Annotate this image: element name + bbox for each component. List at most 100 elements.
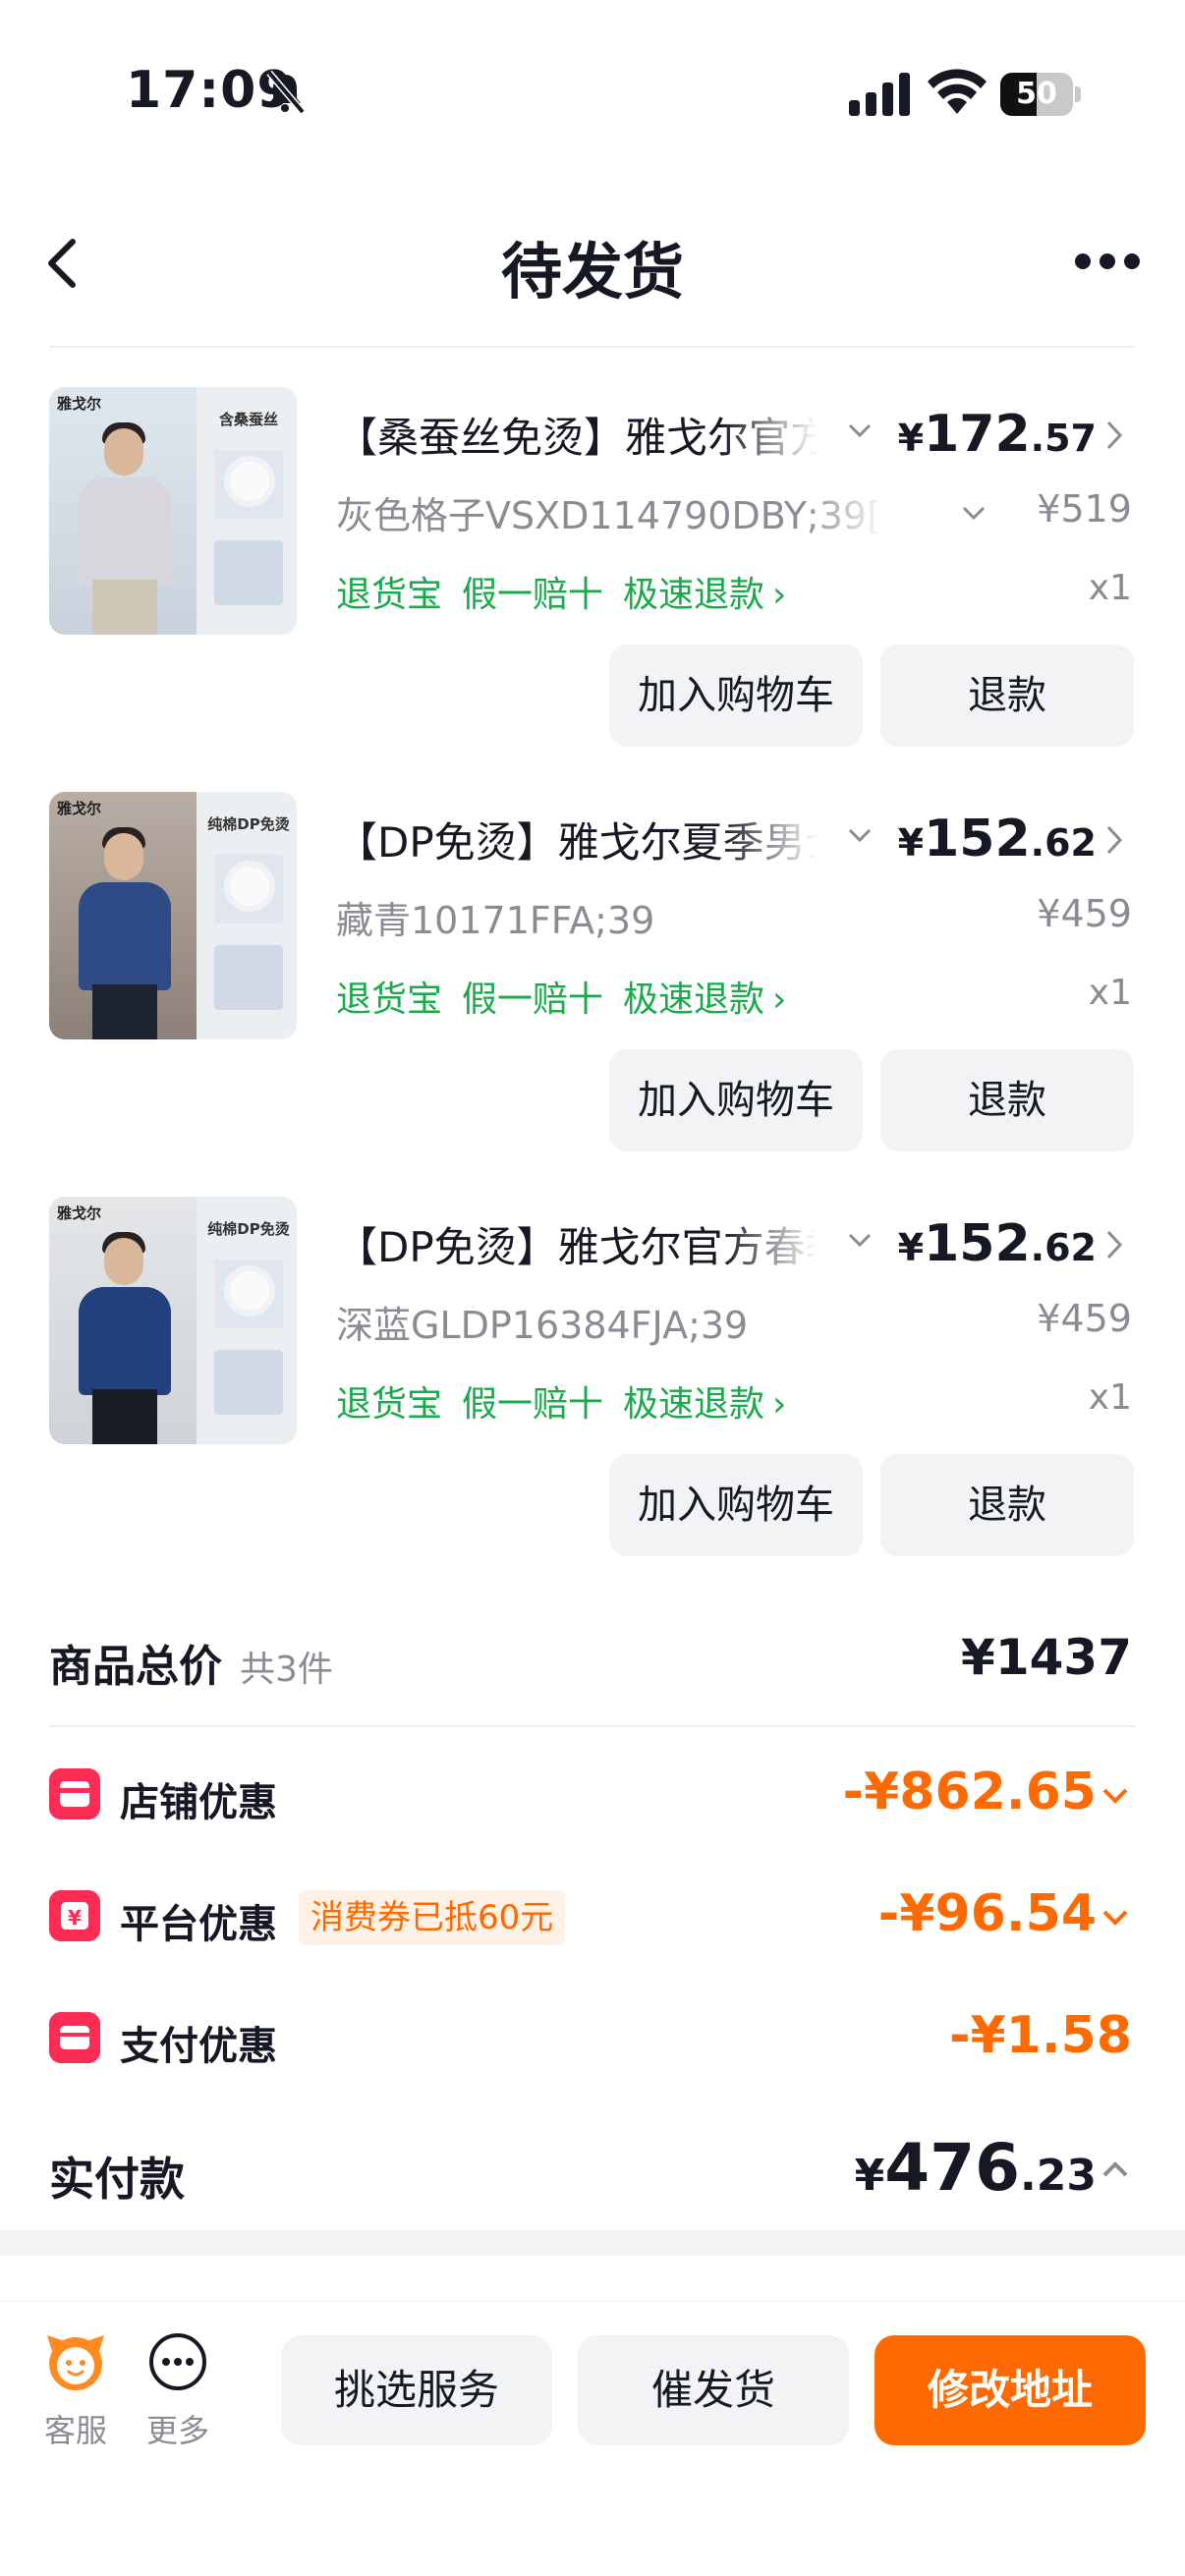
customer-service-button[interactable]: 客服 [31,2329,120,2451]
navigation-bar: 待发货 [0,196,1185,344]
more-options-icon[interactable] [1073,252,1142,271]
more-button[interactable]: 更多 [134,2329,222,2451]
badge-return-insurance: 退货宝 [336,575,443,615]
chevron-down-icon[interactable] [1100,1908,1130,1928]
payment-card-icon [49,2012,100,2063]
badge-authentic: 假一赔十 [462,1384,604,1425]
thumbnail-brand: 雅戈尔 [57,800,102,817]
wifi-icon [928,69,987,114]
quantity: x1 [1088,973,1132,1013]
chevron-down-icon[interactable] [959,503,988,523]
original-price: ¥459 [1037,892,1132,935]
platform-coupon-icon: ¥ [49,1890,100,1941]
badge-fast-refund: 极速退款 [623,575,765,615]
thumbnail-brand: 雅戈尔 [57,1204,102,1222]
product-title[interactable]: 【DP免烫】雅戈尔夏季男士短袖衬衫 [336,810,818,869]
chevron-down-icon[interactable] [845,1230,875,1250]
badge-return-insurance: 退货宝 [336,1384,443,1425]
add-to-cart-button[interactable]: 加入购物车 [609,1454,863,1556]
actual-payment-row[interactable]: 实付款 ¥476.23 [0,2130,1185,2218]
chevron-down-icon[interactable] [845,825,875,845]
product-thumbnail[interactable]: 雅戈尔 含桑蚕丝 [49,387,297,635]
urge-shipping-button[interactable]: 催发货 [578,2335,849,2445]
page-title: 待发货 [500,236,684,308]
product-thumbnail[interactable]: 雅戈尔 纯棉DP免烫 [49,792,297,1039]
order-item[interactable]: 雅戈尔 纯棉DP免烫 【DP免烫】雅戈尔官方春季男士长袖衬衫 ¥152.62 深… [0,1197,1185,1601]
store-icon [49,1768,100,1820]
service-badges[interactable]: 退货宝 假一赔十 极速退款 › [336,566,806,617]
more-dots-icon [149,2333,206,2390]
summary-divider [49,1725,1136,1727]
chevron-right-icon[interactable] [1104,1228,1124,1261]
header-divider [49,346,1136,348]
more-label: 更多 [145,2412,209,2449]
quantity: x1 [1088,1377,1132,1418]
section-separator [0,2230,1185,2256]
coupon-applied-tag: 消费券已抵60元 [299,1890,566,1945]
refund-button[interactable]: 退款 [880,1049,1134,1151]
original-price: ¥459 [1037,1297,1132,1340]
order-item[interactable]: 雅戈尔 纯棉DP免烫 【DP免烫】雅戈尔夏季男士短袖衬衫 ¥152.62 藏青1… [0,792,1185,1197]
add-to-cart-button[interactable]: 加入购物车 [609,644,863,747]
product-variant[interactable]: 深蓝GLDP16384FJA;39 [336,1295,886,1349]
platform-discount-label: 平台优惠 [120,1902,277,1947]
store-discount-row[interactable]: 店铺优惠 -¥862.65 [0,1763,1185,1837]
refund-button[interactable]: 退款 [880,644,1134,747]
quantity: x1 [1088,568,1132,608]
chevron-right-icon[interactable] [1104,419,1124,452]
svg-text:¥: ¥ [68,1906,82,1930]
store-discount-label: 店铺优惠 [120,1780,277,1825]
product-variant[interactable]: 藏青10171FFA;39 [336,890,886,944]
badge-return-insurance: 退货宝 [336,980,443,1020]
item-count: 共3件 [240,1650,333,1690]
chevron-down-icon[interactable] [1100,1786,1130,1806]
payment-discount-value: -¥1.58 [948,2006,1132,2065]
chevron-right-icon: › [772,575,787,615]
platform-discount-value: -¥96.54 [877,1884,1097,1943]
product-thumbnail[interactable]: 雅戈尔 纯棉DP免烫 [49,1197,297,1444]
add-to-cart-button[interactable]: 加入购物车 [609,1049,863,1151]
store-discount-value: -¥862.65 [842,1763,1097,1821]
badge-authentic: 假一赔十 [462,575,604,615]
badge-fast-refund: 极速退款 [623,1384,765,1425]
product-title[interactable]: 【DP免烫】雅戈尔官方春季男士长袖衬衫 [336,1214,818,1274]
battery-icon: 50 [1000,73,1081,116]
refund-button[interactable]: 退款 [880,1454,1134,1556]
thumbnail-tag: 含桑蚕丝 [218,411,278,428]
product-price: ¥172.57 [897,405,1097,464]
product-price: ¥152.62 [897,810,1097,868]
select-service-button[interactable]: 挑选服务 [281,2335,552,2445]
customer-service-icon [47,2335,104,2390]
product-title[interactable]: 【桑蚕丝免烫】雅戈尔官方旗舰店男士短袖衬衫 [336,405,818,465]
cellular-signal-icon [849,73,910,116]
chevron-down-icon[interactable] [845,420,875,440]
goods-total-row: 商品总价 共3件 ¥1437 [0,1625,1185,1704]
payment-discount-label: 支付优惠 [120,2024,277,2069]
goods-total-value: ¥1437 [961,1629,1132,1686]
platform-discount-row[interactable]: ¥ 平台优惠 消费券已抵60元 -¥96.54 [0,1884,1185,1959]
goods-total-label: 商品总价 共3件 [49,1642,333,1692]
badge-fast-refund: 极速退款 [623,980,765,1020]
bell-muted-icon [266,70,306,115]
payment-discount-row: 支付优惠 -¥1.58 [0,2006,1185,2081]
modify-address-button[interactable]: 修改地址 [875,2335,1146,2445]
chevron-right-icon: › [772,980,787,1020]
badge-authentic: 假一赔十 [462,980,604,1020]
chevron-right-icon: › [772,1384,787,1425]
service-badges[interactable]: 退货宝 假一赔十 极速退款 › [336,1375,806,1427]
actual-payment-value: ¥476.23 [854,2130,1097,2206]
actual-payment-label: 实付款 [49,2153,185,2206]
thumbnail-tag: 纯棉DP免烫 [207,1220,290,1238]
battery-level-text: 50 [1016,77,1057,111]
bottom-action-bar: 客服 更多 挑选服务 催发货 修改地址 [0,2301,1185,2576]
thumbnail-brand: 雅戈尔 [57,395,102,413]
status-bar: 17:09 50 [0,0,1185,196]
customer-service-label: 客服 [43,2412,107,2449]
service-badges[interactable]: 退货宝 假一赔十 极速退款 › [336,971,806,1022]
chevron-right-icon[interactable] [1104,823,1124,857]
product-price: ¥152.62 [897,1214,1097,1273]
order-item[interactable]: 雅戈尔 含桑蚕丝 【桑蚕丝免烫】雅戈尔官方旗舰店男士短袖衬衫 ¥172.57 灰… [0,387,1185,792]
chevron-up-icon[interactable] [1100,2159,1130,2179]
original-price: ¥519 [1037,487,1132,531]
product-variant[interactable]: 灰色格子VSXD114790DBY;39[ [336,485,886,539]
